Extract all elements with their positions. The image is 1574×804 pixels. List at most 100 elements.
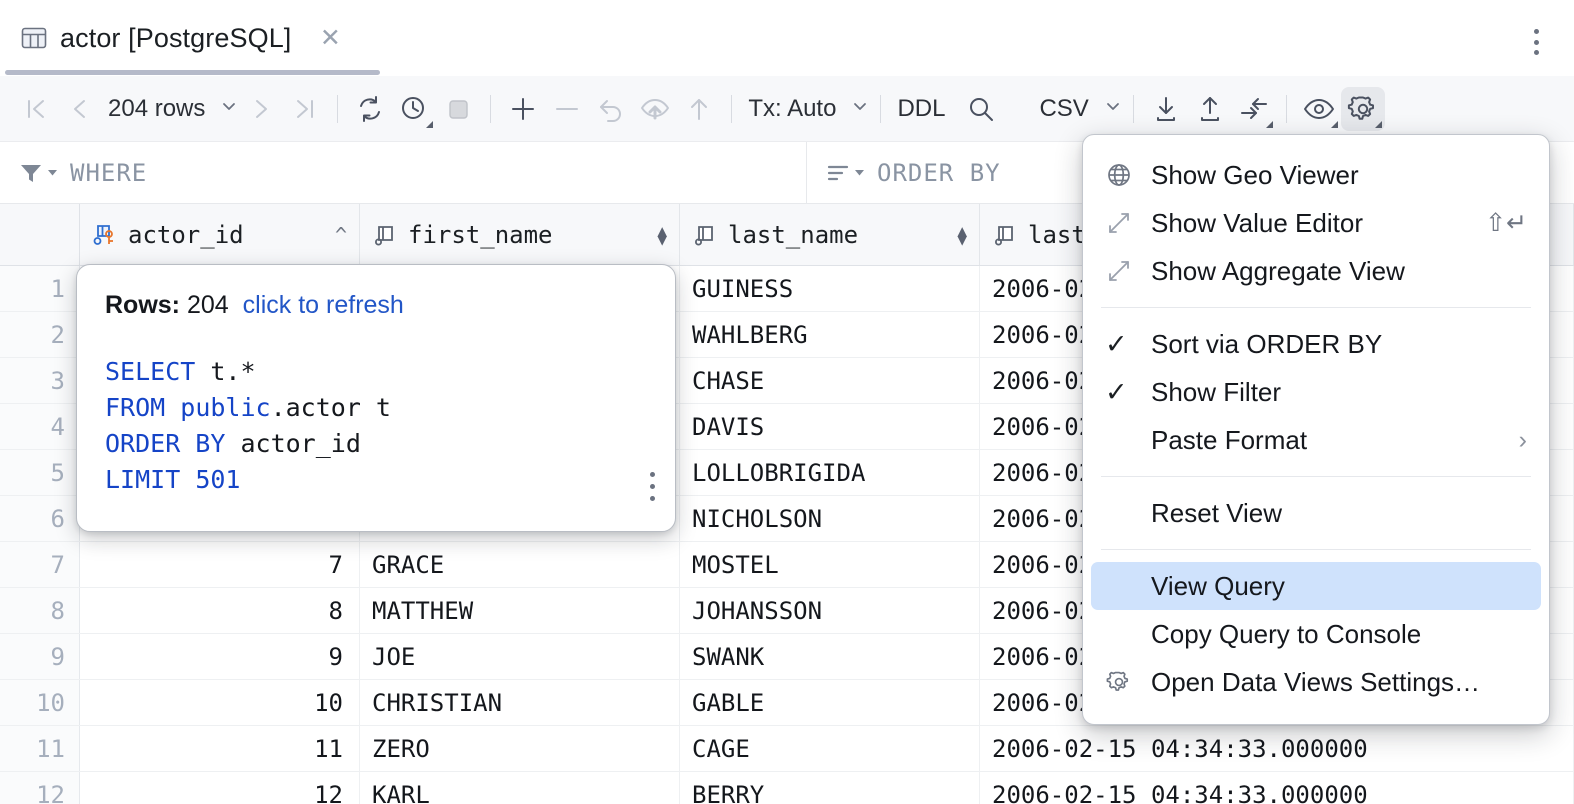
menu-item-paste-format[interactable]: Paste Format › bbox=[1083, 416, 1549, 464]
cell-actor_id[interactable]: 9 bbox=[80, 634, 360, 679]
cell-last_name[interactable]: GUINESS bbox=[680, 266, 980, 311]
table-row[interactable]: 11 11 ZERO CAGE 2006-02-15 04:34:33.0000… bbox=[0, 726, 1574, 772]
row-number: 6 bbox=[0, 496, 80, 541]
sort-toggle-icon[interactable]: ▲▼ bbox=[949, 226, 967, 244]
cell-last_name[interactable]: BERRY bbox=[680, 772, 980, 804]
column-header-last_name[interactable]: last_name ▲▼ bbox=[680, 204, 980, 265]
column-header-first_name[interactable]: first_name ▲▼ bbox=[360, 204, 680, 265]
tab-bar: actor [PostgreSQL] ✕ bbox=[0, 0, 1574, 76]
close-icon[interactable]: ✕ bbox=[317, 25, 343, 51]
cell-first_name[interactable]: MATTHEW bbox=[360, 588, 680, 633]
filter-funnel-icon[interactable] bbox=[18, 160, 58, 186]
rows-label: Rows: bbox=[105, 291, 180, 319]
toolbar-divider bbox=[1286, 95, 1287, 123]
cell-first_name[interactable]: GRACE bbox=[360, 542, 680, 587]
menu-item-view-query[interactable]: View Query bbox=[1091, 562, 1541, 610]
column-name: last_name bbox=[728, 221, 939, 249]
cell-actor_id[interactable]: 8 bbox=[80, 588, 360, 633]
tab-actor[interactable]: actor [PostgreSQL] ✕ bbox=[20, 14, 343, 62]
menu-item-open-data-views-settings[interactable]: Open Data Views Settings… bbox=[1083, 658, 1549, 706]
next-page-icon[interactable] bbox=[239, 87, 283, 131]
more-vertical-icon[interactable] bbox=[650, 472, 655, 501]
submit-arrow-up-icon[interactable] bbox=[677, 87, 721, 131]
cell-last_name[interactable]: MOSTEL bbox=[680, 542, 980, 587]
ddl-label: DDL bbox=[891, 95, 951, 123]
refresh-link[interactable]: click to refresh bbox=[243, 291, 404, 319]
menu-item-show-geo-viewer[interactable]: Show Geo Viewer bbox=[1083, 151, 1549, 199]
stop-square-icon[interactable] bbox=[436, 87, 480, 131]
data-view-settings-menu: Show Geo Viewer Show Value Editor ⇧↵ Sho… bbox=[1082, 134, 1550, 725]
menu-item-copy-query-to-console[interactable]: Copy Query to Console bbox=[1083, 610, 1549, 658]
where-label: WHERE bbox=[70, 159, 147, 187]
sql-keyword: FROM bbox=[105, 393, 165, 422]
row-number: 10 bbox=[0, 680, 80, 725]
row-number: 8 bbox=[0, 588, 80, 633]
where-filter-input[interactable]: WHERE bbox=[0, 142, 806, 204]
previous-page-icon[interactable] bbox=[58, 87, 102, 131]
refresh-icon[interactable] bbox=[348, 87, 392, 131]
ddl-button[interactable]: DDL bbox=[891, 87, 951, 131]
download-icon[interactable] bbox=[1144, 87, 1188, 131]
toolbar-divider bbox=[880, 95, 881, 123]
cell-last_name[interactable]: LOLLOBRIGIDA bbox=[680, 450, 980, 495]
menu-separator bbox=[1101, 307, 1531, 308]
search-icon[interactable] bbox=[959, 87, 1003, 131]
sort-ascending-icon[interactable]: ^ bbox=[327, 223, 347, 247]
jump-to-arrows-icon[interactable] bbox=[1232, 87, 1276, 131]
more-vertical-icon[interactable] bbox=[1524, 25, 1548, 59]
cell-first_name[interactable]: CHRISTIAN bbox=[360, 680, 680, 725]
column-name: actor_id bbox=[128, 221, 317, 249]
plus-icon[interactable] bbox=[501, 87, 545, 131]
eye-icon[interactable] bbox=[1297, 87, 1341, 131]
cell-first_name[interactable]: KARL bbox=[360, 772, 680, 804]
menu-item-reset-view[interactable]: Reset View bbox=[1083, 489, 1549, 537]
active-tab-indicator bbox=[5, 70, 380, 75]
history-clock-icon[interactable] bbox=[392, 87, 436, 131]
minus-icon[interactable] bbox=[545, 87, 589, 131]
sort-lines-icon[interactable] bbox=[825, 160, 865, 186]
last-page-icon[interactable] bbox=[283, 87, 327, 131]
rows-count-dropdown[interactable]: 204 rows bbox=[102, 87, 239, 131]
cell-last_update[interactable]: 2006-02-15 04:34:33.000000 bbox=[980, 726, 1574, 771]
menu-item-label: Show Geo Viewer bbox=[1151, 160, 1359, 191]
cell-last_name[interactable]: SWANK bbox=[680, 634, 980, 679]
sort-toggle-icon[interactable]: ▲▼ bbox=[649, 226, 667, 244]
cell-last_name[interactable]: CAGE bbox=[680, 726, 980, 771]
check-icon: ✓ bbox=[1105, 377, 1151, 408]
cell-actor_id[interactable]: 10 bbox=[80, 680, 360, 725]
transaction-mode-dropdown[interactable]: Tx: Auto bbox=[742, 87, 870, 131]
cell-last_update[interactable]: 2006-02-15 04:34:33.000000 bbox=[980, 772, 1574, 804]
menu-item-show-filter[interactable]: ✓ Show Filter bbox=[1083, 368, 1549, 416]
output-format-dropdown[interactable]: CSV bbox=[1033, 87, 1122, 131]
cell-last_name[interactable]: DAVIS bbox=[680, 404, 980, 449]
cell-first_name[interactable]: JOE bbox=[360, 634, 680, 679]
chevron-right-icon: › bbox=[1519, 426, 1527, 455]
menu-item-show-value-editor[interactable]: Show Value Editor ⇧↵ bbox=[1083, 199, 1549, 247]
preview-changes-icon[interactable] bbox=[633, 87, 677, 131]
menu-separator bbox=[1101, 476, 1531, 477]
gear-icon[interactable] bbox=[1341, 87, 1385, 131]
column-header-actor_id[interactable]: actor_id ^ bbox=[80, 204, 360, 265]
menu-item-label: Copy Query to Console bbox=[1151, 619, 1421, 650]
menu-item-show-aggregate-view[interactable]: Show Aggregate View bbox=[1083, 247, 1549, 295]
cell-last_name[interactable]: CHASE bbox=[680, 358, 980, 403]
cell-actor_id[interactable]: 12 bbox=[80, 772, 360, 804]
cell-first_name[interactable]: ZERO bbox=[360, 726, 680, 771]
gear-icon bbox=[1105, 668, 1151, 696]
upload-icon[interactable] bbox=[1188, 87, 1232, 131]
column-icon bbox=[692, 222, 718, 248]
cell-last_name[interactable]: WAHLBERG bbox=[680, 312, 980, 357]
toolbar-divider bbox=[1133, 95, 1134, 123]
rows-count-label: 204 rows bbox=[102, 95, 211, 123]
cell-last_name[interactable]: NICHOLSON bbox=[680, 496, 980, 541]
cell-last_name[interactable]: GABLE bbox=[680, 680, 980, 725]
menu-item-sort-via-order-by[interactable]: ✓ Sort via ORDER BY bbox=[1083, 320, 1549, 368]
first-page-icon[interactable] bbox=[14, 87, 58, 131]
table-row[interactable]: 12 12 KARL BERRY 2006-02-15 04:34:33.000… bbox=[0, 772, 1574, 804]
cell-actor_id[interactable]: 11 bbox=[80, 726, 360, 771]
cell-actor_id[interactable]: 7 bbox=[80, 542, 360, 587]
transaction-mode-label: Tx: Auto bbox=[742, 95, 842, 123]
cell-last_name[interactable]: JOHANSSON bbox=[680, 588, 980, 633]
output-format-label: CSV bbox=[1033, 95, 1094, 123]
undo-icon[interactable] bbox=[589, 87, 633, 131]
